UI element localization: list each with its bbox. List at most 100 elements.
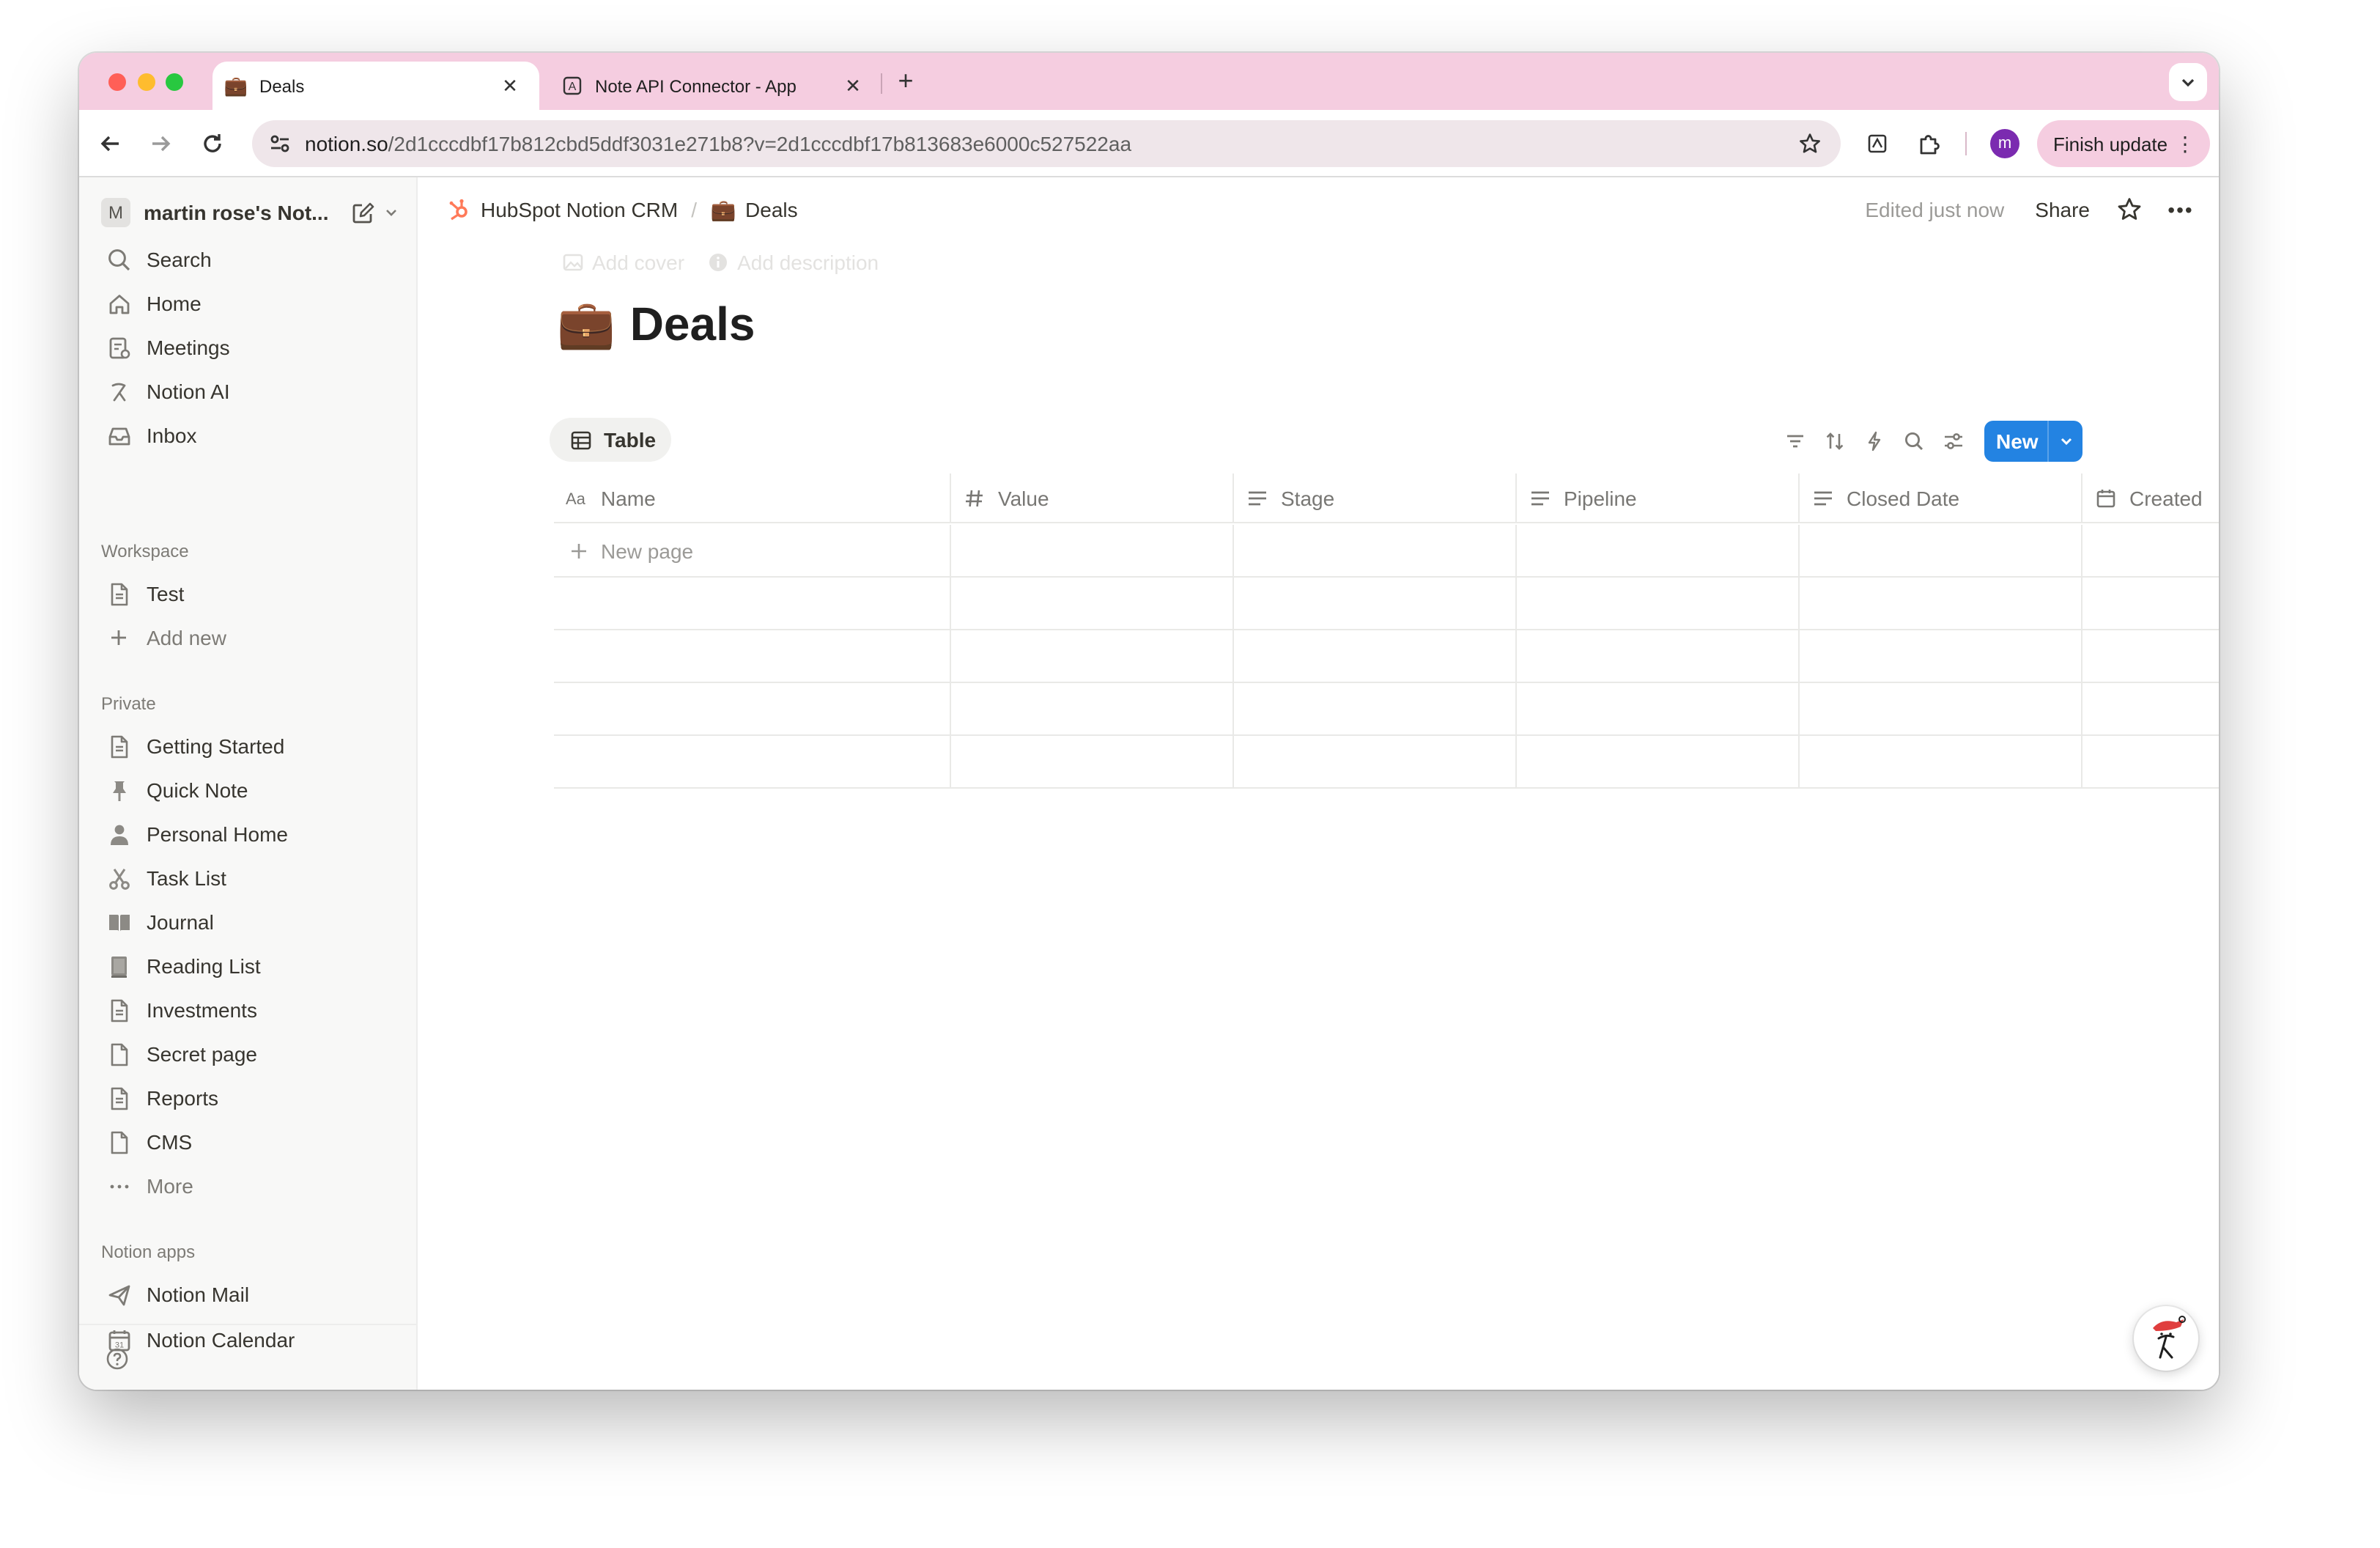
favorite-star-icon[interactable] [2115, 195, 2144, 224]
minimize-window-button[interactable] [138, 73, 155, 91]
tab-deals[interactable]: 💼 Deals ✕ [212, 62, 539, 110]
table-cell[interactable] [1232, 578, 1515, 630]
table-cell[interactable] [1798, 525, 2081, 578]
address-bar[interactable]: notion.so/2d1cccdbf17b812cbd5ddf3031e271… [252, 120, 1841, 167]
page-title-text[interactable]: Deals [630, 297, 755, 351]
new-page-button[interactable]: New page [569, 525, 693, 576]
column-header-created[interactable]: Created [2081, 473, 2219, 523]
table-cell[interactable] [1515, 578, 1798, 630]
table-row[interactable] [554, 683, 2219, 736]
new-tab-button[interactable]: + [892, 67, 919, 94]
table-cell[interactable] [950, 630, 1232, 683]
extensions-puzzle-icon[interactable] [1912, 128, 1945, 160]
forward-button[interactable] [145, 128, 177, 160]
sidebar-item-search[interactable]: Search [91, 239, 406, 280]
filter-icon[interactable] [1779, 425, 1811, 457]
chevron-down-icon[interactable] [381, 198, 402, 227]
close-window-button[interactable] [108, 73, 126, 91]
notion-ai-helper-button[interactable] [2134, 1306, 2198, 1371]
table-cell[interactable] [1798, 736, 2081, 789]
table-cell[interactable] [950, 736, 1232, 789]
table-cell[interactable] [2081, 736, 2219, 789]
sidebar-item-reading-list[interactable]: Reading List [91, 946, 406, 987]
table-cell[interactable] [1232, 525, 1515, 578]
table-cell[interactable] [1798, 578, 2081, 630]
sidebar-item-test[interactable]: Test [91, 573, 406, 614]
back-button[interactable] [94, 128, 126, 160]
breadcrumb-item-deals[interactable]: Deals [745, 198, 798, 221]
column-header-value[interactable]: Value [950, 473, 1232, 523]
sidebar-item-more[interactable]: More [91, 1165, 406, 1206]
table-cell[interactable] [1798, 630, 2081, 683]
table-row[interactable] [554, 630, 2219, 683]
bookmark-star-icon[interactable] [1797, 130, 1823, 157]
site-settings-icon[interactable] [264, 128, 296, 160]
table-cell[interactable] [2081, 525, 2219, 578]
sidebar-item-inbox[interactable]: Inbox [91, 415, 406, 456]
page-title[interactable]: 💼 Deals [557, 295, 755, 353]
table-cell[interactable] [1798, 683, 2081, 736]
sidebar-item-personal-home[interactable]: Personal Home [91, 814, 406, 855]
sidebar-item-home[interactable]: Home [91, 283, 406, 324]
sidebar-item-investments[interactable]: Investments [91, 989, 406, 1031]
breadcrumb-item-hubspot-crm[interactable]: HubSpot Notion CRM [481, 198, 678, 221]
column-header-pipeline[interactable]: Pipeline [1515, 473, 1798, 523]
table-cell[interactable] [950, 683, 1232, 736]
workspace-switcher[interactable]: M martin rose's Not... [94, 192, 403, 233]
column-header-closed-date[interactable]: Closed Date [1798, 473, 2081, 523]
table-cell[interactable] [1515, 736, 1798, 789]
table-cell[interactable] [1515, 630, 1798, 683]
profile-avatar[interactable]: m [1990, 129, 2019, 158]
table-cell[interactable] [1232, 630, 1515, 683]
view-tab-table[interactable]: Table [550, 418, 671, 462]
close-tab-icon[interactable]: ✕ [498, 74, 522, 97]
sidebar-item-task-list[interactable]: Task List [91, 858, 406, 899]
maximize-window-button[interactable] [166, 73, 183, 91]
finish-update-button[interactable]: Finish update ⋮ [2037, 120, 2210, 167]
help-icon[interactable] [104, 1346, 130, 1372]
sidebar-item-secret-page[interactable]: Secret page [91, 1033, 406, 1075]
browser-menu-icon[interactable]: ⋮ [2175, 133, 2195, 154]
chevron-down-icon[interactable] [2047, 421, 2082, 462]
column-header-name[interactable]: Aa Name [554, 473, 950, 523]
table-cell[interactable] [1515, 683, 1798, 736]
sidebar-item-notion-mail[interactable]: Notion Mail [91, 1274, 406, 1315]
tab-search-button[interactable] [2169, 63, 2207, 101]
sidebar-item-cms[interactable]: CMS [91, 1121, 406, 1162]
table-cell[interactable] [2081, 630, 2219, 683]
table-cell[interactable] [950, 578, 1232, 630]
more-options-icon[interactable]: ••• [2166, 195, 2195, 224]
reading-mode-icon[interactable] [1861, 128, 1893, 160]
column-header-stage[interactable]: Stage [1232, 473, 1515, 523]
table-row[interactable]: New page [554, 525, 2219, 578]
sidebar-item-reports[interactable]: Reports [91, 1077, 406, 1118]
close-tab-icon[interactable]: ✕ [841, 74, 865, 97]
view-settings-icon[interactable] [1937, 425, 1970, 457]
new-page-compose-icon[interactable] [347, 198, 377, 227]
tab-note-api-connector[interactable]: A Note API Connector - App ✕ [548, 62, 882, 110]
automation-bolt-icon[interactable] [1858, 425, 1891, 457]
sidebar-item-notion-calendar[interactable]: 31 Notion Calendar [91, 1319, 406, 1360]
table-cell[interactable] [1232, 683, 1515, 736]
sidebar-item-add-new[interactable]: Add new [91, 617, 406, 658]
sidebar-item-notion-ai[interactable]: Notion AI [91, 371, 406, 412]
table-cell[interactable] [1232, 736, 1515, 789]
table-cell[interactable] [2081, 683, 2219, 736]
reload-button[interactable] [196, 128, 229, 160]
add-description-button[interactable]: Add description [708, 251, 879, 274]
table-cell[interactable] [950, 525, 1232, 578]
table-row[interactable] [554, 578, 2219, 630]
table-cell[interactable] [1515, 525, 1798, 578]
page-emoji-icon[interactable]: 💼 [557, 296, 616, 352]
table-cell[interactable] [2081, 578, 2219, 630]
search-icon[interactable] [1898, 425, 1930, 457]
share-button[interactable]: Share [2035, 198, 2090, 221]
table-row[interactable] [554, 736, 2219, 789]
sidebar-item-quick-note[interactable]: Quick Note [91, 770, 406, 811]
sort-icon[interactable] [1819, 425, 1851, 457]
add-cover-button[interactable]: Add cover [563, 251, 684, 274]
sidebar-item-journal[interactable]: Journal [91, 902, 406, 943]
new-record-button[interactable]: New [1984, 421, 2082, 462]
sidebar-item-meetings[interactable]: Meetings [91, 327, 406, 368]
sidebar-item-getting-started[interactable]: Getting Started [91, 726, 406, 767]
